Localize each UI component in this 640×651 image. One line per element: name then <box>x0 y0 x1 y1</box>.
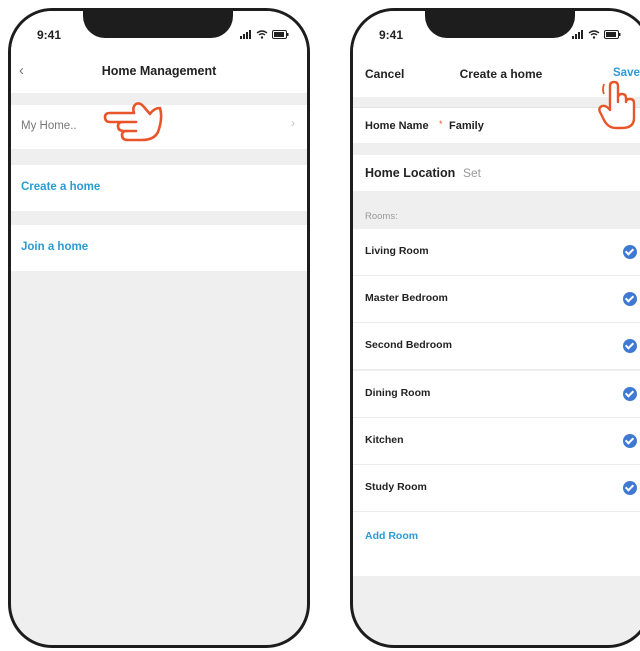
status-time: 9:41 <box>379 28 404 42</box>
room-item-master-bedroom[interactable]: Master Bedroom <box>353 276 640 323</box>
room-label: Dining Room <box>365 387 431 399</box>
wifi-icon <box>588 30 600 39</box>
tapping-hand-icon <box>598 80 636 130</box>
room-label: Second Bedroom <box>365 339 452 351</box>
room-label: Study Room <box>365 481 427 493</box>
status-icons <box>240 30 289 39</box>
nav-bar: ‹ Home Management <box>11 51 307 93</box>
room-label: Master Bedroom <box>365 292 448 304</box>
wifi-icon <box>256 30 268 39</box>
home-location-row[interactable]: Home Location Set <box>353 155 640 191</box>
home-name-value[interactable]: Family <box>449 120 484 132</box>
room-item-second-bedroom[interactable]: Second Bedroom <box>353 323 640 370</box>
battery-icon <box>272 30 289 39</box>
room-label: Kitchen <box>365 434 404 446</box>
home-location-value[interactable]: Set <box>463 166 481 180</box>
phone-notch <box>83 11 233 38</box>
room-item-study-room[interactable]: Study Room <box>353 465 640 512</box>
join-home-row[interactable]: Join a home <box>11 225 307 271</box>
check-circle-icon[interactable] <box>623 387 637 401</box>
create-home-link[interactable]: Create a home <box>21 181 100 193</box>
check-circle-icon[interactable] <box>623 245 637 259</box>
pointing-hand-icon <box>103 102 163 142</box>
battery-icon <box>604 30 621 39</box>
rooms-header: Rooms: <box>365 211 398 222</box>
check-circle-icon[interactable] <box>623 339 637 353</box>
join-home-link[interactable]: Join a home <box>21 241 88 253</box>
status-icons <box>572 30 621 39</box>
check-circle-icon[interactable] <box>623 434 637 448</box>
status-time: 9:41 <box>37 28 62 42</box>
signal-icon <box>240 30 251 39</box>
check-circle-icon[interactable] <box>623 481 637 495</box>
add-room-row[interactable]: Add Room <box>353 512 640 576</box>
room-item-dining-room[interactable]: Dining Room <box>353 371 640 418</box>
room-item-living-room[interactable]: Living Room <box>353 229 640 276</box>
room-label: Living Room <box>365 245 429 257</box>
home-name-label: Home Name <box>365 120 429 132</box>
signal-icon <box>572 30 583 39</box>
page-title: Home Management <box>101 64 217 78</box>
my-home-label: My Home.. <box>21 120 77 132</box>
add-room-link[interactable]: Add Room <box>365 530 418 542</box>
room-item-kitchen[interactable]: Kitchen <box>353 418 640 465</box>
home-location-label: Home Location <box>365 166 456 180</box>
required-asterisk: * <box>439 119 443 129</box>
create-home-row[interactable]: Create a home <box>11 165 307 211</box>
chevron-right-icon: › <box>291 118 295 130</box>
check-circle-icon[interactable] <box>623 292 637 306</box>
phone-notch <box>425 11 575 38</box>
